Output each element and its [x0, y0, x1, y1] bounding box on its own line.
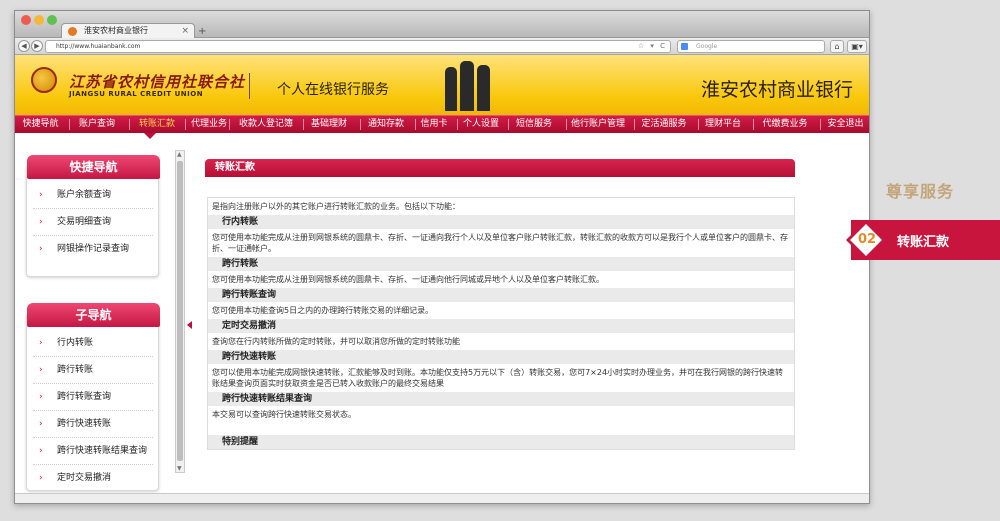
- sub-item-interbank-transfer[interactable]: › 跨行转账: [33, 357, 153, 384]
- nav-dinghuotong[interactable]: 定活通服务: [634, 116, 694, 133]
- menu-icon[interactable]: ▣▾: [847, 40, 867, 53]
- nav-personal-settings[interactable]: 个人设置: [457, 116, 505, 133]
- tab-title: 淮安农村商业银行: [84, 26, 148, 35]
- section-heading: 跨行快速转账结果查询: [208, 392, 794, 406]
- promo-title: 尊享服务: [886, 182, 955, 201]
- zoom-window-button[interactable]: [47, 15, 57, 25]
- nav-credit-card[interactable]: 信用卡: [415, 116, 453, 133]
- section-text: 您可以使用本功能完成网银快速转账，汇款能够及时到账。本功能仅支持5万元以下（含）…: [212, 368, 784, 388]
- nav-quick[interactable]: 快捷导航: [15, 116, 66, 133]
- sub-nav-list: › 行内转账 › 跨行转账 › 跨行转账查询 › 跨行快速转账 › 跨行快速转账结果查询 …: [33, 330, 153, 492]
- section-text: 您可使用本功能完成从注册到网银系统的圆鼎卡、存折、一证通向我行个人以及单位客户账…: [212, 233, 788, 253]
- nav-finance-platform[interactable]: 理财平台: [698, 116, 748, 133]
- nav-sms[interactable]: 短信服务: [508, 116, 560, 133]
- scroll-down-icon[interactable]: ▼: [177, 465, 182, 472]
- sub-item-internal-transfer[interactable]: › 行内转账: [33, 330, 153, 357]
- browser-window: 淮安农村商业银行 × + ◀ ▶ http://www.huaianbank.c…: [14, 10, 870, 504]
- arrow-icon: ›: [39, 244, 43, 254]
- main-content: 转账汇款 是指向注册账户以外的其它账户进行转账汇款的业务。包括以下功能： 行内转…: [205, 159, 807, 493]
- nav-basic-finance[interactable]: 基础理财: [303, 116, 355, 133]
- quick-item-transactions[interactable]: › 交易明细查询: [33, 209, 153, 236]
- section-text: 本交易可以查询跨行快速转账交易状态。: [212, 410, 356, 419]
- bank-name: 淮安农村商业银行: [700, 79, 853, 101]
- arrow-icon: ›: [39, 419, 43, 429]
- sub-item-fast-transfer[interactable]: › 跨行快速转账: [33, 411, 153, 438]
- arrow-icon: ›: [39, 446, 43, 456]
- sub-item-interbank-query[interactable]: › 跨行转账查询: [33, 384, 153, 411]
- bank-logo-icon: [31, 67, 57, 93]
- back-button[interactable]: ◀: [18, 40, 30, 52]
- section-heading: 行内转账: [208, 215, 794, 229]
- promo-label: 转账汇款: [897, 235, 950, 250]
- quick-item-balance[interactable]: › 账户余额查询: [33, 182, 153, 209]
- section-heading: 定时交易撤消: [208, 319, 794, 333]
- logo-chinese: 江苏省农村信用社联合社: [69, 73, 246, 91]
- section-heading: 跨行转账查询: [208, 288, 794, 302]
- scroll-up-icon[interactable]: ▲: [177, 151, 182, 158]
- quick-item-operation-log[interactable]: › 网银操作记录查询: [33, 236, 153, 263]
- sub-nav-title: 子导航: [27, 303, 160, 327]
- sub-item-cancel-scheduled[interactable]: › 定时交易撤消: [33, 465, 153, 492]
- section-text: 您可使用本功能完成从注册到网银系统的圆鼎卡、存折、一证通向他行同城或异地个人以及…: [212, 275, 604, 284]
- arrow-icon: ›: [39, 190, 43, 200]
- quick-nav-title: 快捷导航: [27, 155, 160, 179]
- active-nav-pointer: [144, 133, 156, 139]
- sidebar-scrollbar[interactable]: ▲ ▼: [175, 150, 185, 473]
- browser-toolbar: ◀ ▶ http://www.huaianbank.com ☆ ▾ C Goog…: [15, 38, 869, 55]
- nav-bill-payment[interactable]: 代缴费业务: [753, 116, 817, 133]
- nav-other-bank-accounts[interactable]: 他行账户管理: [566, 116, 630, 133]
- banner-divider: [249, 73, 250, 99]
- nav-transfer[interactable]: 转账汇款: [130, 116, 184, 133]
- search-placeholder: Google: [696, 43, 718, 50]
- nav-notice-deposit[interactable]: 通知存款: [360, 116, 412, 133]
- close-tab-icon[interactable]: ×: [181, 24, 189, 38]
- new-tab-button[interactable]: +: [198, 26, 206, 37]
- url-text: http://www.huaianbank.com: [56, 43, 141, 50]
- search-box[interactable]: Google: [677, 40, 825, 53]
- collapse-sidebar-icon[interactable]: [187, 321, 192, 329]
- horizontal-scrollbar[interactable]: [15, 493, 869, 503]
- intro-text: 是指向注册账户以外的其它账户进行转账汇款的业务。包括以下功能：: [212, 202, 460, 211]
- notice-heading: 特别提醒: [208, 435, 794, 449]
- business-people-illustration: [443, 59, 497, 111]
- content-body: 是指向注册账户以外的其它账户进行转账汇款的业务。包括以下功能： 行内转账 您可使…: [207, 197, 795, 450]
- arrow-icon: ›: [39, 338, 43, 348]
- bank-banner: 江苏省农村信用社联合社 JIANGSU RURAL CREDIT UNION 个…: [15, 55, 869, 115]
- google-icon: [681, 43, 688, 50]
- close-window-button[interactable]: [21, 15, 31, 25]
- quick-nav-list: › 账户余额查询 › 交易明细查询 › 网银操作记录查询: [33, 182, 153, 263]
- arrow-icon: ›: [39, 392, 43, 402]
- title-bar: 淮安农村商业银行 × +: [15, 11, 869, 39]
- main-nav: 快捷导航 账户查询 转账汇款 代理业务 收款人登记簿 基础理财 通知存款 信用卡…: [15, 115, 869, 133]
- section-text: 查询您在行内转账所做的定时转账，并可以取消您所做的定时转账功能: [212, 337, 460, 346]
- quick-nav-box: 快捷导航 › 账户余额查询 › 交易明细查询 › 网银操作记录查询: [26, 155, 160, 277]
- forward-button[interactable]: ▶: [31, 40, 43, 52]
- address-bar[interactable]: http://www.huaianbank.com ☆ ▾ C: [45, 40, 671, 53]
- section-heading: 跨行快速转账: [208, 350, 794, 364]
- promo-number: 02: [858, 232, 877, 247]
- sub-nav-box: 子导航 › 行内转账 › 跨行转账 › 跨行转账查询 › 跨行快速转账 › 跨行快速转账结…: [26, 303, 160, 492]
- nav-logout[interactable]: 安全退出: [820, 116, 869, 133]
- scroll-thumb[interactable]: [177, 161, 183, 461]
- page-viewport: 江苏省农村信用社联合社 JIANGSU RURAL CREDIT UNION 个…: [15, 55, 869, 493]
- section-text: 您可使用本功能查询5日之内的办理跨行转账交易的详细记录。: [212, 306, 434, 315]
- arrow-icon: ›: [39, 473, 43, 483]
- section-heading: 跨行转账: [208, 257, 794, 271]
- nav-agency[interactable]: 代理业务: [185, 116, 233, 133]
- reload-icon[interactable]: ☆ ▾ C: [638, 41, 667, 52]
- service-title: 个人在线银行服务: [277, 82, 389, 98]
- arrow-icon: ›: [39, 217, 43, 227]
- minimize-window-button[interactable]: [34, 15, 44, 25]
- home-icon[interactable]: ⌂: [830, 40, 844, 53]
- arrow-icon: ›: [39, 365, 43, 375]
- content-title: 转账汇款: [205, 159, 795, 177]
- favicon-icon: [68, 27, 77, 36]
- nav-payee-book[interactable]: 收款人登记簿: [233, 116, 299, 133]
- nav-account-query[interactable]: 账户查询: [71, 116, 123, 133]
- browser-tab[interactable]: 淮安农村商业银行 ×: [61, 23, 195, 39]
- logo-english: JIANGSU RURAL CREDIT UNION: [69, 90, 204, 98]
- sub-item-fast-transfer-result[interactable]: › 跨行快速转账结果查询: [33, 438, 153, 465]
